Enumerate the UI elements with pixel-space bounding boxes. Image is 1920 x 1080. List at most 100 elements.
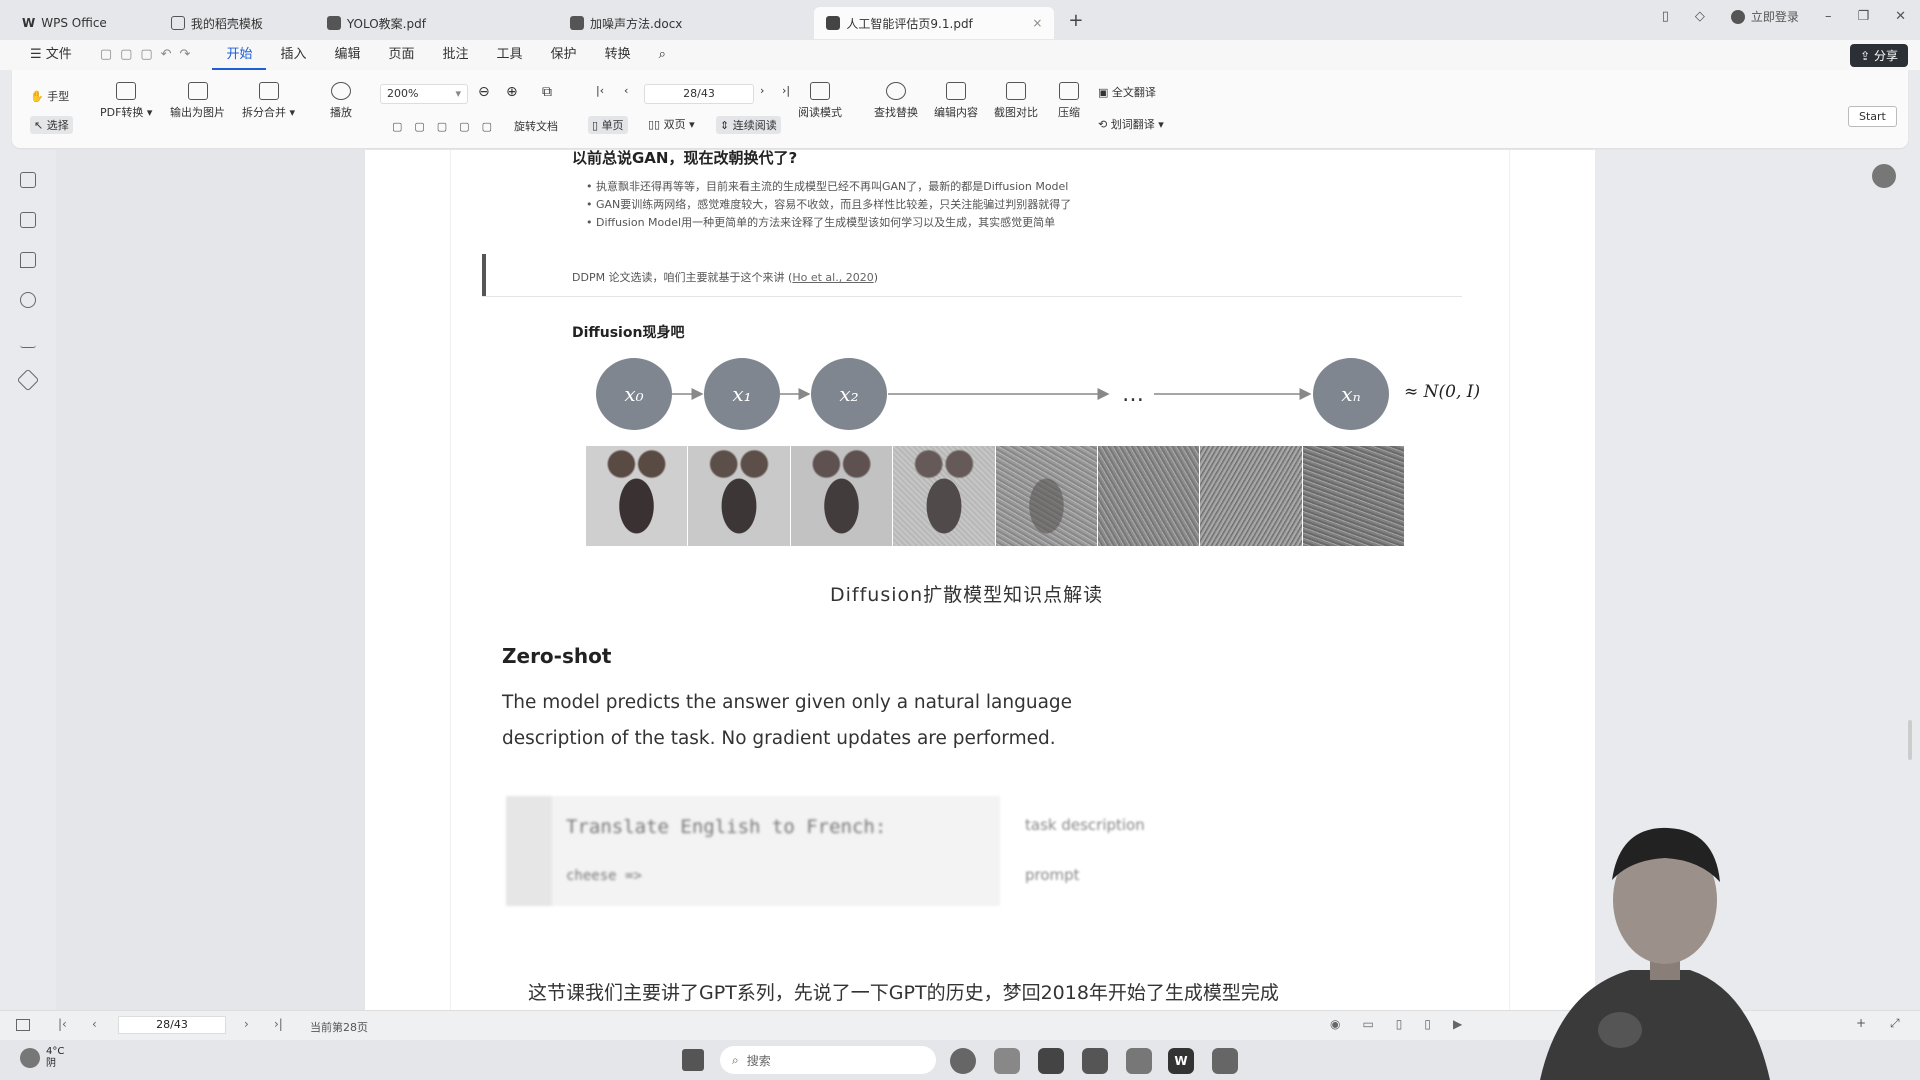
restore-icon[interactable]: ❐ (1857, 9, 1869, 24)
image-icon (187, 82, 208, 100)
left-sidebar (0, 150, 56, 1010)
zoom-out-icon[interactable]: ⊖ (478, 84, 490, 100)
full-translate-button[interactable]: ▣ 全文翻译 (1098, 84, 1156, 100)
task-description-label: task description (1025, 816, 1145, 834)
attachment-icon[interactable] (20, 292, 36, 308)
example-prompt: cheese => (566, 868, 642, 884)
tool-icon[interactable] (1212, 1048, 1238, 1074)
view-mode-icons[interactable]: ◉▭▯▯▶ (1330, 1017, 1484, 1031)
pdf-convert-button[interactable]: PDF转换 ▾ (100, 82, 152, 120)
continuous-read-button[interactable]: ⇕ 连续阅读 (716, 116, 781, 134)
taskbar-search[interactable]: ⌕ 搜索 (720, 1046, 936, 1074)
close-icon[interactable]: ✕ (1895, 9, 1906, 24)
signature-icon[interactable] (20, 332, 36, 348)
select-tool-button[interactable]: ↖ 选择 (30, 116, 73, 134)
play-button[interactable]: 播放 (330, 82, 352, 120)
search-icon[interactable]: ⌕ (645, 40, 680, 70)
export-image-button[interactable]: 输出为图片 (170, 82, 225, 120)
app-icon[interactable] (1038, 1048, 1064, 1074)
share-button[interactable]: ⇪ 分享 (1850, 44, 1908, 67)
menu-start[interactable]: 开始 (212, 40, 267, 70)
tab-docx[interactable]: 加噪声方法.docx (558, 7, 694, 39)
weather-widget[interactable]: 4°C 阴 (20, 1046, 64, 1070)
menu-convert[interactable]: 转换 (591, 40, 645, 70)
node-xn: xₙ (1313, 358, 1389, 430)
close-tab-icon[interactable]: × (1032, 16, 1042, 30)
menu-edit[interactable]: 编辑 (320, 40, 374, 70)
menu-protect[interactable]: 保护 (537, 40, 591, 70)
next-page-icon[interactable]: › (760, 84, 764, 97)
ai-assistant-icon[interactable] (1872, 164, 1896, 188)
tab-yolo-pdf[interactable]: YOLO教案.pdf (315, 7, 438, 39)
minimize-icon[interactable]: – (1825, 9, 1832, 24)
edit-content-button[interactable]: 编辑内容 (934, 82, 978, 120)
menu-file[interactable]: ☰ 文件 (16, 40, 86, 70)
word-translate-button[interactable]: ⟲ 划词翻译 ▾ (1098, 116, 1164, 132)
zoom-plus-icon[interactable]: + (1856, 1016, 1866, 1030)
next-page-icon[interactable]: › (244, 1017, 249, 1031)
login-button[interactable]: 立即登录 (1730, 8, 1799, 25)
ellipsis: … (1122, 382, 1144, 407)
menu-comment[interactable]: 批注 (429, 40, 483, 70)
cube-icon[interactable]: ◇ (1695, 9, 1705, 24)
menu-tools[interactable]: 工具 (483, 40, 537, 70)
comment-icon[interactable] (20, 252, 36, 268)
read-mode-button[interactable]: 阅读模式 (798, 82, 842, 120)
prev-page-icon[interactable]: ‹ (624, 84, 628, 97)
menu-insert[interactable]: 插入 (266, 40, 320, 70)
last-page-icon[interactable]: ›| (274, 1017, 283, 1031)
book-icon (810, 82, 830, 100)
diffusion-image-strip (586, 446, 1404, 546)
compress-icon (1059, 82, 1079, 100)
wps-logo-icon: W (22, 16, 36, 30)
page-number-input[interactable]: 28/43 (644, 84, 754, 104)
status-page-input[interactable]: 28/43 (118, 1016, 226, 1034)
layout-icon[interactable]: ▯ (1662, 9, 1669, 24)
template-icon (170, 16, 185, 30)
app-icon[interactable] (1126, 1048, 1152, 1074)
double-page-button[interactable]: ▯▯ 双页 ▾ (648, 116, 695, 132)
wps-taskbar-icon[interactable]: W (1168, 1048, 1194, 1074)
first-page-icon[interactable]: |‹ (58, 1017, 67, 1031)
start-menu-icon[interactable] (682, 1049, 704, 1071)
hand-tool-button[interactable]: ✋ 手型 (30, 88, 69, 104)
tab-current-pdf[interactable]: 人工智能评估页9.1.pdf × (814, 7, 1055, 39)
menu-page[interactable]: 页面 (375, 40, 429, 70)
left-gutter (56, 150, 366, 1010)
tab-wps-office[interactable]: W WPS Office (10, 7, 119, 39)
browser-icon[interactable] (950, 1048, 976, 1074)
folder-icon[interactable] (994, 1048, 1020, 1074)
window-controls: ▯ ◇ 立即登录 – ❐ ✕ (1662, 8, 1906, 25)
last-page-icon[interactable]: ›| (782, 84, 790, 97)
noise-image-step-5 (1097, 446, 1201, 546)
fit-page-icon[interactable]: ⧉ (542, 84, 552, 100)
tab-templates[interactable]: 我的稻壳模板 (159, 7, 275, 39)
screenshot-compare-button[interactable]: 截图对比 (994, 82, 1038, 120)
layers-icon[interactable] (16, 368, 40, 392)
prev-page-icon[interactable]: ‹ (92, 1017, 97, 1031)
rotate-doc-button[interactable]: ▢▢▢▢▢ 旋转文档 (392, 118, 558, 134)
weather-icon (20, 1048, 40, 1068)
compress-button[interactable]: 压缩 (1058, 82, 1080, 120)
sidebar-toggle-icon[interactable] (16, 1019, 30, 1031)
example-task: Translate English to French: (566, 816, 887, 838)
new-tab-icon[interactable]: + (1068, 10, 1083, 31)
find-replace-button[interactable]: 查找替换 (874, 82, 918, 120)
chevron-down-icon: ▾ (455, 87, 461, 100)
first-page-icon[interactable]: |‹ (596, 84, 604, 97)
figure-caption: Diffusion扩散模型知识点解读 (830, 584, 1104, 606)
app-icon[interactable] (1082, 1048, 1108, 1074)
dog-image-step-0 (586, 446, 689, 546)
start-button[interactable]: Start (1848, 106, 1897, 127)
doc-icon (569, 16, 584, 30)
bookmark-icon[interactable] (20, 172, 36, 188)
thumbnail-icon[interactable] (20, 212, 36, 228)
paper-link[interactable]: Ho et al., 2020 (792, 271, 873, 284)
zoom-in-icon[interactable]: ⊕ (506, 84, 518, 100)
zoom-select[interactable]: 200% ▾ (380, 84, 468, 104)
scrollbar[interactable] (1908, 720, 1912, 760)
subtitle-caption: 这节课我们主要讲了GPT系列，先说了一下GPT的历史，梦回2018年开始了生成模… (528, 982, 1279, 1004)
single-page-button[interactable]: ▯ 单页 (588, 116, 628, 134)
split-merge-button[interactable]: 拆分合并 ▾ (242, 82, 295, 120)
fullscreen-icon[interactable]: ⤢ (1890, 1016, 1900, 1031)
